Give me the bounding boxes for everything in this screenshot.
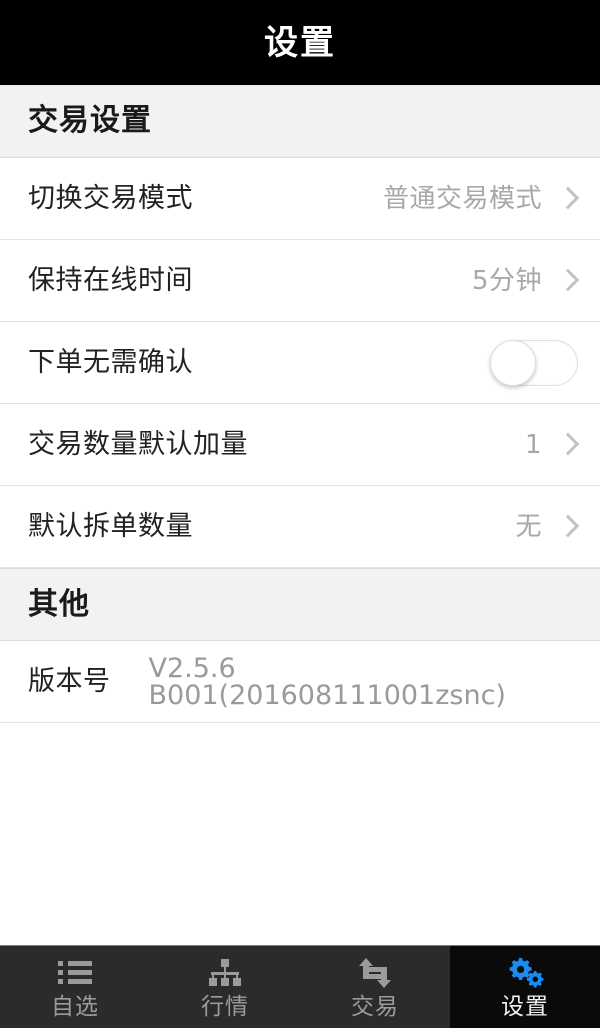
tab-watchlist[interactable]: 自选 <box>0 946 150 1028</box>
tab-label: 交易 <box>351 993 399 1020</box>
row-value: 5分钟 <box>471 265 542 296</box>
section-header-trade-settings: 交易设置 <box>0 85 600 158</box>
row-label: 切换交易模式 <box>28 183 193 214</box>
row-version: 版本号 V2.5.6 B001(201608111001zsnc) <box>0 641 600 723</box>
list-icon <box>53 956 97 990</box>
row-label: 版本号 <box>28 666 111 697</box>
tab-trade[interactable]: 交易 <box>300 946 450 1028</box>
toggle-knob <box>490 339 536 386</box>
row-switch-trade-mode[interactable]: 切换交易模式 普通交易模式 <box>0 158 600 240</box>
chevron-right-icon <box>558 185 578 213</box>
settings-content: 交易设置 切换交易模式 普通交易模式 保持在线时间 5分钟 下单无需确认 交易数… <box>0 85 600 945</box>
row-default-quantity-step[interactable]: 交易数量默认加量 1 <box>0 404 600 486</box>
section-title: 其他 <box>28 586 90 622</box>
row-label: 交易数量默认加量 <box>28 429 248 460</box>
row-right-group: 5分钟 <box>472 267 578 295</box>
row-label: 默认拆单数量 <box>28 511 193 542</box>
row-keep-online-time[interactable]: 保持在线时间 5分钟 <box>0 240 600 322</box>
chevron-right-icon <box>558 267 578 295</box>
row-value: 普通交易模式 <box>382 183 542 214</box>
bottom-tab-bar: 自选 行情 交易 设置 <box>0 945 600 1028</box>
row-right-group: 无 <box>515 513 578 541</box>
version-value: V2.5.6 B001(201608111001zsnc) <box>148 652 506 711</box>
exchange-arrows-icon <box>353 956 397 990</box>
section-title: 交易设置 <box>28 103 152 138</box>
tab-quotes[interactable]: 行情 <box>150 946 300 1028</box>
row-order-no-confirm[interactable]: 下单无需确认 <box>0 322 600 404</box>
row-value: 无 <box>515 511 542 542</box>
row-right-group <box>490 339 578 386</box>
row-label: 保持在线时间 <box>28 265 193 296</box>
chevron-right-icon <box>558 431 578 459</box>
gears-icon <box>503 956 547 990</box>
tab-label: 自选 <box>51 993 99 1020</box>
row-label: 下单无需确认 <box>28 347 193 378</box>
page-title: 设置 <box>264 22 336 63</box>
section-header-other: 其他 <box>0 568 600 641</box>
row-right-group: 普通交易模式 <box>383 185 578 213</box>
hierarchy-icon <box>203 956 247 990</box>
row-value: 1 <box>524 429 542 460</box>
tab-label: 设置 <box>501 993 549 1020</box>
title-bar: 设置 <box>0 0 600 85</box>
chevron-right-icon <box>558 513 578 541</box>
row-right-group: 1 <box>525 431 578 459</box>
tab-settings[interactable]: 设置 <box>450 946 600 1028</box>
tab-label: 行情 <box>201 993 249 1020</box>
row-right-group: V2.5.6 B001(201608111001zsnc) <box>149 655 579 709</box>
order-no-confirm-toggle[interactable] <box>490 339 578 386</box>
row-default-split-order[interactable]: 默认拆单数量 无 <box>0 486 600 568</box>
